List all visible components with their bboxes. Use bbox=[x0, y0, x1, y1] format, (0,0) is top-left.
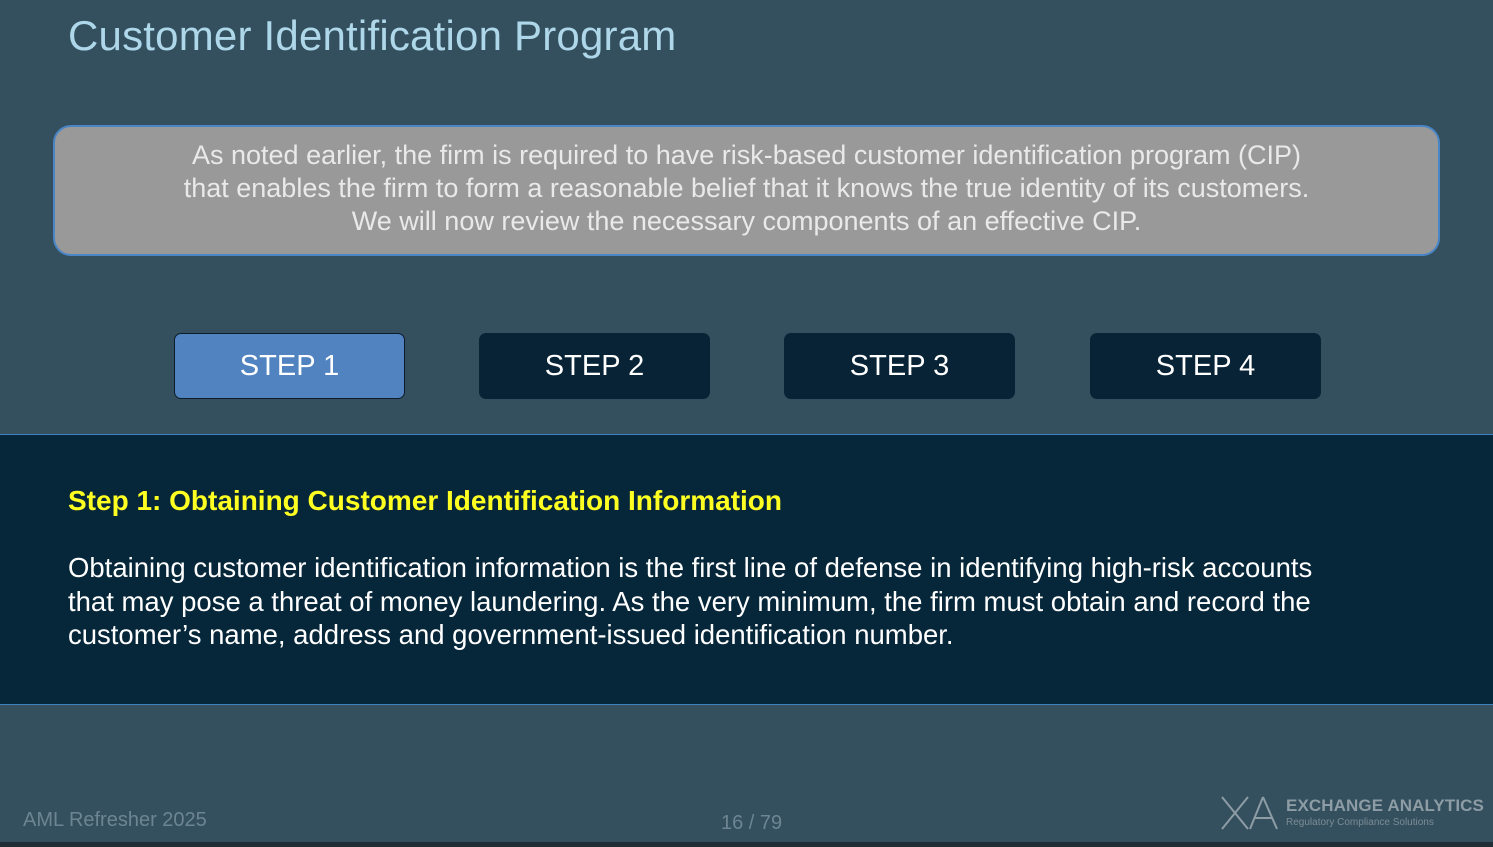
step-detail-panel: Step 1: Obtaining Customer Identificatio… bbox=[0, 434, 1493, 705]
step-4-button[interactable]: STEP 4 bbox=[1090, 333, 1321, 399]
step-2-button[interactable]: STEP 2 bbox=[479, 333, 710, 399]
intro-callout: As noted earlier, the firm is required t… bbox=[53, 125, 1440, 256]
detail-line: customer’s name, address and government-… bbox=[68, 619, 954, 650]
page-indicator: 16 / 79 bbox=[721, 812, 783, 834]
intro-line: We will now review the necessary compone… bbox=[351, 206, 1142, 236]
bottom-edge-bar bbox=[0, 842, 1493, 847]
step-detail-heading: Step 1: Obtaining Customer Identificatio… bbox=[68, 485, 783, 516]
xa-logo-icon bbox=[1221, 796, 1278, 830]
intro-line: As noted earlier, the firm is required t… bbox=[192, 140, 1301, 170]
logo-company-name: EXCHANGE ANALYTICS bbox=[1286, 796, 1484, 815]
course-name: AML Refresher 2025 bbox=[23, 809, 207, 831]
slide-title: Customer Identification Program bbox=[68, 12, 677, 59]
step-detail-body: Obtaining customer identification inform… bbox=[68, 551, 1448, 652]
logo-tagline: Regulatory Compliance Solutions bbox=[1286, 817, 1434, 828]
step-1-button[interactable]: STEP 1 bbox=[174, 333, 405, 399]
step-3-button[interactable]: STEP 3 bbox=[784, 333, 1015, 399]
intro-line: that enables the firm to form a reasonab… bbox=[183, 173, 1310, 203]
slide: Customer Identification Program As noted… bbox=[0, 0, 1493, 847]
detail-line: Obtaining customer identification inform… bbox=[68, 552, 1313, 583]
detail-line: that may pose a threat of money launderi… bbox=[68, 585, 1311, 617]
company-logo: EXCHANGE ANALYTICS Regulatory Compliance… bbox=[1220, 794, 1485, 834]
step-tabs: STEP 1 STEP 2 STEP 3 STEP 4 bbox=[0, 333, 1493, 399]
